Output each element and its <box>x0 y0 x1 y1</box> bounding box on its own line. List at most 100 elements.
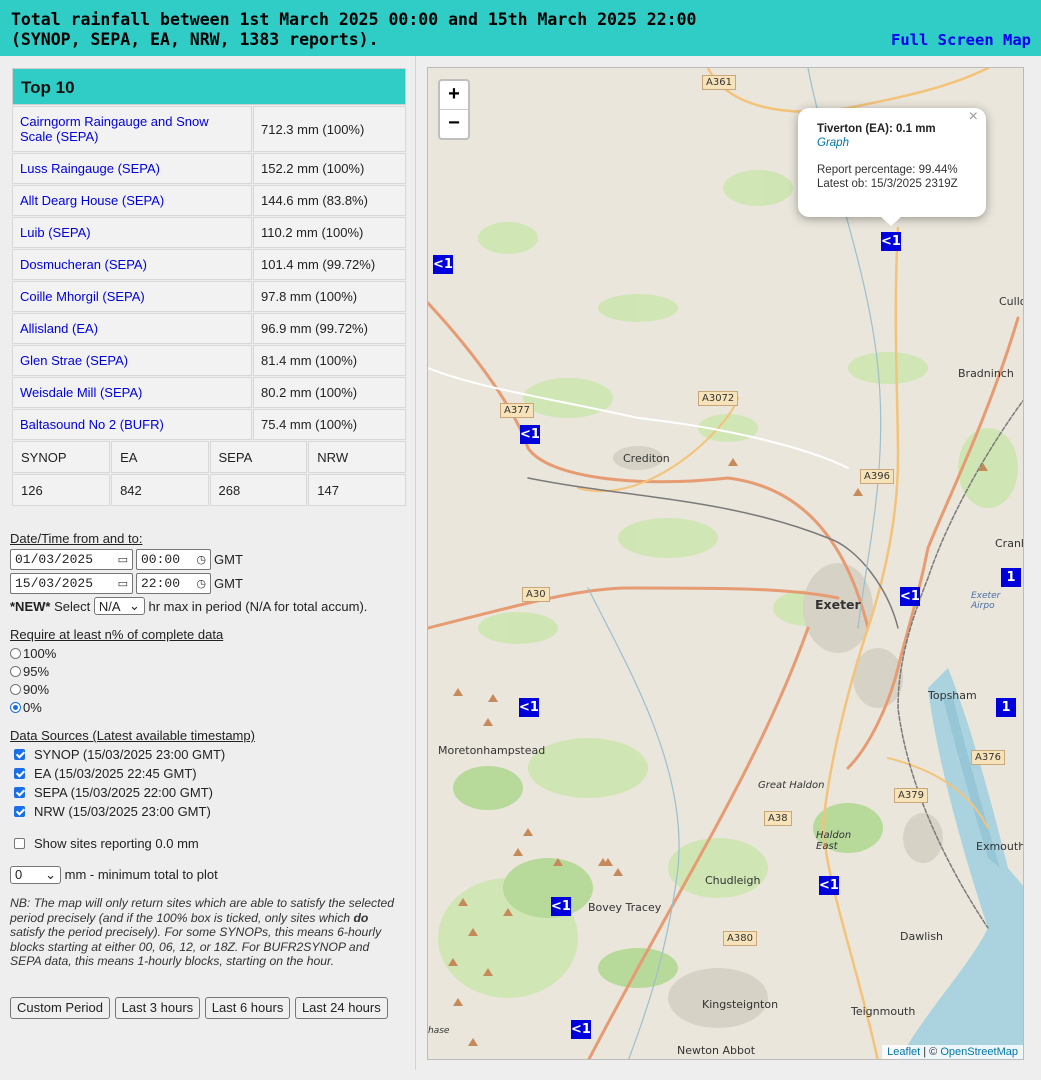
table-row: Cairngorm Raingauge and Snow Scale (SEPA… <box>12 106 406 152</box>
hrmax-select[interactable]: N/A ⌄ <box>93 597 145 615</box>
min-total-value: 0 <box>15 867 23 882</box>
station-marker[interactable]: <1 <box>881 232 901 251</box>
radio-label: 100% <box>23 645 57 661</box>
last-24-hours-button[interactable]: Last 24 hours <box>294 996 388 1019</box>
radio-button[interactable] <box>10 665 21 677</box>
source-nrw[interactable]: NRW (15/03/2025 23:00 GMT) <box>10 802 410 821</box>
place-label: Newton Abbot <box>677 1044 756 1057</box>
timezone-label: GMT <box>214 576 243 591</box>
checkbox[interactable] <box>14 768 25 779</box>
road-label: A30 <box>522 587 550 602</box>
pct-option-100[interactable]: 100% <box>10 644 410 662</box>
station-marker[interactable]: <1 <box>519 698 539 717</box>
checkbox[interactable] <box>14 787 25 798</box>
min-total-select[interactable]: 0 ⌄ <box>10 865 61 884</box>
last-6-hours-button[interactable]: Last 6 hours <box>204 996 291 1019</box>
pct-option-0[interactable]: 0% <box>10 698 410 716</box>
rainfall-value: 81.4 mm (100%) <box>253 345 406 376</box>
zoom-control: + − <box>438 79 470 140</box>
place-label: Topsham <box>928 689 977 702</box>
from-date-input[interactable]: 01/03/2025 ▭ <box>10 549 133 570</box>
pct-option-95[interactable]: 95% <box>10 662 410 680</box>
from-time-input[interactable]: 00:00 ◷ <box>136 549 211 570</box>
station-marker[interactable]: 1 <box>996 698 1016 717</box>
to-date-value: 15/03/2025 <box>15 576 94 591</box>
zoom-out-button[interactable]: − <box>440 109 468 138</box>
show-zero-row[interactable]: Show sites reporting 0.0 mm <box>10 834 410 853</box>
last-3-hours-button[interactable]: Last 3 hours <box>114 996 201 1019</box>
station-marker[interactable]: <1 <box>819 876 839 895</box>
station-marker[interactable]: 1 <box>1001 568 1021 587</box>
to-time-input[interactable]: 22:00 ◷ <box>136 573 211 594</box>
to-time-value: 22:00 <box>141 576 181 591</box>
top10-table: Cairngorm Raingauge and Snow Scale (SEPA… <box>11 105 407 441</box>
radio-label: 0% <box>23 699 42 715</box>
station-link[interactable]: Allisland (EA) <box>20 321 98 336</box>
station-marker[interactable]: <1 <box>900 587 920 606</box>
station-link[interactable]: Baltasound No 2 (BUFR) <box>20 417 164 432</box>
period-buttons: Custom Period Last 3 hours Last 6 hours … <box>10 996 410 1019</box>
station-link[interactable]: Cairngorm Raingauge and Snow Scale (SEPA… <box>20 114 209 144</box>
show-zero-checkbox[interactable] <box>14 838 25 849</box>
clock-icon: ◷ <box>196 577 206 590</box>
place-label: Exmouth <box>976 840 1024 853</box>
table-row: Allisland (EA) 96.9 mm (99.72%) <box>12 313 406 344</box>
place-label: Chudleigh <box>705 874 761 887</box>
road-label: A376 <box>971 750 1005 765</box>
graph-link[interactable]: Graph <box>817 136 986 150</box>
station-link[interactable]: Weisdale Mill (SEPA) <box>20 385 142 400</box>
station-link[interactable]: Allt Dearg House (SEPA) <box>20 193 164 208</box>
table-row: Weisdale Mill (SEPA) 80.2 mm (100%) <box>12 377 406 408</box>
radio-button[interactable] <box>10 683 21 695</box>
station-marker[interactable]: <1 <box>571 1020 591 1039</box>
page-title: Total rainfall between 1st March 2025 00… <box>11 10 697 49</box>
source-count-table: SYNOP EA SEPA NRW 126 842 268 147 <box>11 440 407 507</box>
place-label: Great Haldon <box>758 780 825 791</box>
left-panel: Top 10 Cairngorm Raingauge and Snow Scal… <box>0 56 416 1070</box>
place-label: Bradninch <box>958 367 1014 380</box>
station-link[interactable]: Coille Mhorgil (SEPA) <box>20 289 145 304</box>
place-label: Crank <box>995 537 1023 550</box>
timezone-label: GMT <box>214 552 243 567</box>
source-synop[interactable]: SYNOP (15/03/2025 23:00 GMT) <box>10 745 410 764</box>
min-total-row: 0 ⌄ mm - minimum total to plot <box>10 864 410 885</box>
place-label: Crediton <box>623 452 670 465</box>
require-label: Require at least n% of complete data <box>10 627 224 642</box>
to-date-input[interactable]: 15/03/2025 ▭ <box>10 573 133 594</box>
to-row: 15/03/2025 ▭ 22:00 ◷ GMT <box>10 572 410 595</box>
count-value-row: 126 842 268 147 <box>12 474 406 506</box>
rainfall-value: 75.4 mm (100%) <box>253 409 406 440</box>
rainfall-value: 101.4 mm (99.72%) <box>253 249 406 280</box>
openstreetmap-link[interactable]: OpenStreetMap <box>940 1046 1018 1058</box>
station-marker[interactable]: <1 <box>433 255 453 274</box>
from-row: 01/03/2025 ▭ 00:00 ◷ GMT <box>10 548 410 571</box>
leaflet-link[interactable]: Leaflet <box>887 1046 920 1058</box>
radio-label: 95% <box>23 663 50 679</box>
station-link[interactable]: Luss Raingauge (SEPA) <box>20 161 160 176</box>
from-date-value: 01/03/2025 <box>15 552 94 567</box>
pct-option-90[interactable]: 90% <box>10 680 410 698</box>
hrmax-row: *NEW* Select N/A ⌄ hr max in period (N/A … <box>10 595 410 617</box>
station-link[interactable]: Dosmucheran (SEPA) <box>20 257 147 272</box>
zoom-in-button[interactable]: + <box>440 81 468 109</box>
close-icon[interactable]: × <box>969 109 978 125</box>
full-screen-map-link[interactable]: Full Screen Map <box>891 31 1031 49</box>
report-percentage: Report percentage: 99.44% <box>817 164 958 176</box>
station-marker[interactable]: <1 <box>551 897 571 916</box>
source-sepa[interactable]: SEPA (15/03/2025 22:00 GMT) <box>10 783 410 802</box>
checkbox[interactable] <box>14 806 25 817</box>
radio-button-selected[interactable] <box>10 701 21 713</box>
station-marker[interactable]: <1 <box>520 425 540 444</box>
station-link[interactable]: Glen Strae (SEPA) <box>20 353 128 368</box>
custom-period-button[interactable]: Custom Period <box>10 996 110 1019</box>
place-label: hase <box>428 1026 450 1036</box>
new-tag: *NEW* <box>10 598 51 614</box>
map-view[interactable]: Crediton Exeter Topsham Bradninch Moreto… <box>427 67 1024 1060</box>
station-link[interactable]: Luib (SEPA) <box>20 225 91 240</box>
radio-button[interactable] <box>10 647 21 659</box>
source-ea[interactable]: EA (15/03/2025 22:45 GMT) <box>10 764 410 783</box>
table-row: Dosmucheran (SEPA) 101.4 mm (99.72%) <box>12 249 406 280</box>
checkbox[interactable] <box>14 749 25 760</box>
clock-icon: ◷ <box>196 553 206 566</box>
calendar-icon: ▭ <box>117 553 128 566</box>
